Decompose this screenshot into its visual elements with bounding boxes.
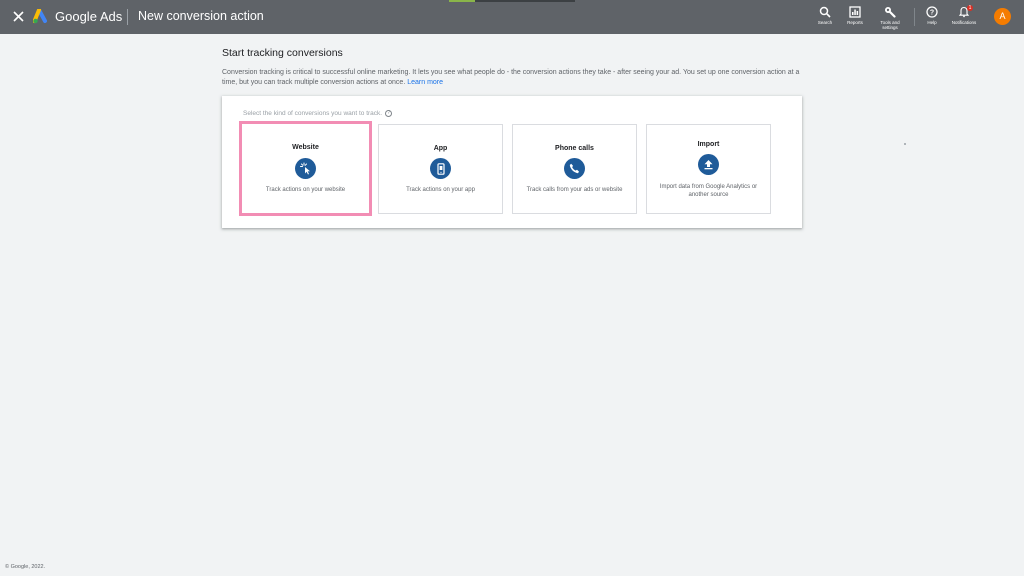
card-title: Website [292, 144, 319, 151]
card-icon-circle [430, 158, 451, 179]
intro-text: Conversion tracking is critical to succe… [222, 68, 804, 88]
help-icon[interactable]: ? [385, 110, 393, 117]
card-website[interactable]: Website Track actions on your website [239, 121, 372, 216]
svg-text:?: ? [930, 10, 934, 17]
card-description: Track calls from your ads or website [526, 187, 623, 193]
avatar[interactable]: A [994, 8, 1011, 25]
phone-app-icon [436, 162, 445, 175]
notifications-button[interactable]: 1 Notifications [949, 5, 979, 25]
reports-icon [849, 6, 861, 18]
tools-settings-button[interactable]: Tools and settings [875, 6, 905, 30]
reports-label: Reports [847, 20, 863, 25]
copyright-footer: © Google, 2022. [5, 564, 46, 570]
learn-more-link[interactable]: Learn more [407, 79, 443, 86]
conversion-type-panel: Select the kind of conversions you want … [222, 96, 802, 228]
notifications-label: Notifications [951, 20, 977, 25]
brand-name: Google Ads [55, 9, 123, 24]
card-description: Import data from Google Analytics or ano… [659, 184, 758, 198]
card-title: Import [697, 141, 720, 148]
search-button[interactable]: Search [810, 6, 840, 25]
divider [127, 9, 128, 25]
search-icon [819, 6, 831, 18]
close-button[interactable] [9, 8, 27, 26]
wrench-icon [885, 7, 896, 18]
decorative-dot [904, 143, 906, 145]
card-title: Phone calls [555, 145, 594, 152]
cursor-click-icon [300, 162, 310, 175]
help-icon: ? [926, 6, 938, 18]
loading-indicator [449, 0, 575, 2]
google-ads-logo-icon [33, 9, 47, 24]
phone-call-icon [569, 163, 579, 174]
intro-body: Conversion tracking is critical to succe… [222, 69, 800, 86]
help-button[interactable]: ? Help [917, 6, 947, 25]
tools-settings-label: Tools and settings [880, 20, 900, 30]
card-title: App [433, 145, 448, 152]
card-description: Track actions on your website [265, 187, 346, 193]
top-app-bar: Google Ads New conversion action Search … [0, 0, 1024, 34]
toolbar-divider [914, 8, 915, 26]
card-icon-circle [564, 158, 585, 179]
prompt-text: Select the kind of conversions you want … [243, 110, 383, 117]
card-icon-circle [698, 154, 719, 175]
section-heading: Start tracking conversions [222, 47, 343, 59]
search-label: Search [817, 20, 833, 25]
card-icon-circle [295, 158, 316, 179]
conversion-type-prompt: Select the kind of conversions you want … [243, 110, 393, 117]
help-label: Help [927, 20, 937, 25]
close-icon [12, 11, 24, 22]
upload-icon [704, 160, 713, 170]
notification-badge: 1 [967, 5, 973, 11]
card-app[interactable]: App Track actions on your app [378, 124, 503, 214]
card-description: Track actions on your app [406, 187, 475, 193]
card-import[interactable]: Import Import data from Google Analytics… [646, 124, 771, 214]
reports-button[interactable]: Reports [840, 6, 870, 25]
card-phone-calls[interactable]: Phone calls Track calls from your ads or… [512, 124, 637, 214]
page-title: New conversion action [138, 9, 264, 23]
